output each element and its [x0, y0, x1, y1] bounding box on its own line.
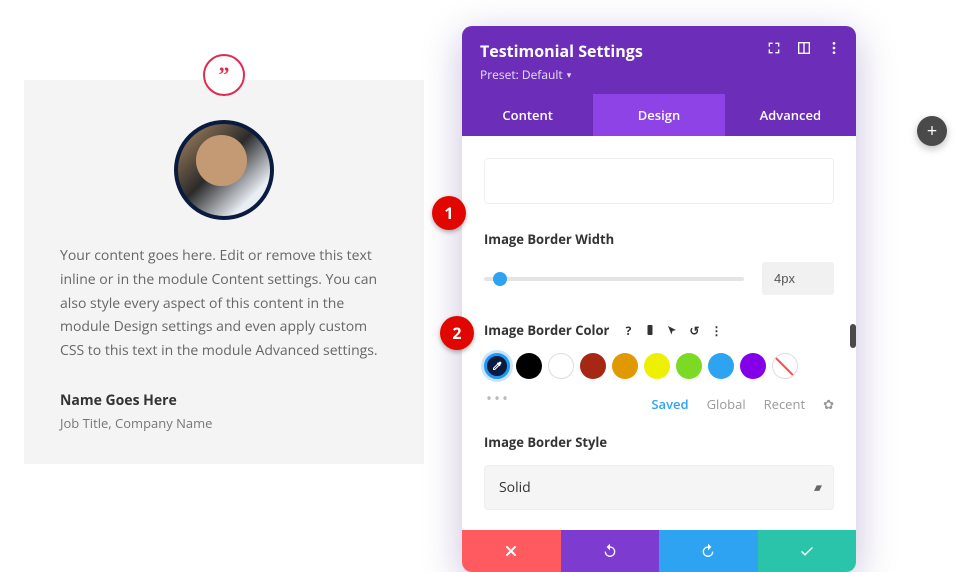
- swatch-white[interactable]: [548, 353, 574, 379]
- panel-footer: [462, 530, 856, 572]
- more-icon[interactable]: [826, 40, 842, 56]
- undo-button[interactable]: [561, 530, 660, 572]
- panel-body: Image Border Width Image Border Color ? …: [462, 136, 856, 530]
- author-meta: Job Title, Company Name: [60, 414, 388, 432]
- tab-advanced[interactable]: Advanced: [725, 94, 856, 136]
- swatch-eyedropper[interactable]: [484, 353, 510, 379]
- layout-icon[interactable]: [796, 40, 812, 56]
- scrollbar[interactable]: [850, 324, 856, 348]
- testimonial-content[interactable]: Your content goes here. Edit or remove t…: [60, 244, 388, 363]
- tab-content[interactable]: Content: [462, 94, 593, 136]
- swatch-orange[interactable]: [612, 353, 638, 379]
- testimonial-card[interactable]: Your content goes here. Edit or remove t…: [24, 80, 424, 464]
- expand-icon[interactable]: [766, 40, 782, 56]
- border-color-label-text: Image Border Color: [484, 321, 609, 339]
- responsive-icon[interactable]: [643, 323, 657, 337]
- reset-icon[interactable]: ↺: [687, 323, 701, 337]
- annotation-1: 1: [432, 196, 466, 230]
- preset-dropdown[interactable]: Preset: Default: [480, 66, 571, 83]
- swatch-black[interactable]: [516, 353, 542, 379]
- redo-button[interactable]: [659, 530, 758, 572]
- annotation-2: 2: [440, 316, 474, 350]
- panel-header[interactable]: Testimonial Settings Preset: Default: [462, 26, 856, 94]
- border-width-input[interactable]: [762, 262, 834, 295]
- swatch-none[interactable]: [772, 353, 798, 379]
- color-swatches: [484, 353, 834, 379]
- tab-design[interactable]: Design: [593, 94, 724, 136]
- color-subtabs: Saved Global Recent ✿: [484, 395, 834, 413]
- swatch-blue[interactable]: [708, 353, 734, 379]
- gear-icon[interactable]: ✿: [823, 395, 834, 413]
- select-chevron-icon: ▴▾: [814, 480, 819, 495]
- settings-panel: Testimonial Settings Preset: Default Con…: [462, 26, 856, 572]
- swatch-purple[interactable]: [740, 353, 766, 379]
- preview-box: [484, 158, 834, 204]
- add-module-button[interactable]: +: [917, 116, 947, 146]
- hover-icon[interactable]: [665, 323, 679, 337]
- subtab-global[interactable]: Global: [707, 395, 746, 413]
- quote-icon: ”: [203, 54, 245, 96]
- subtab-saved[interactable]: Saved: [651, 395, 688, 413]
- swatch-yellow[interactable]: [644, 353, 670, 379]
- panel-tabs: Content Design Advanced: [462, 94, 856, 136]
- subtab-recent[interactable]: Recent: [764, 395, 805, 413]
- border-width-slider[interactable]: [484, 277, 744, 281]
- border-width-label: Image Border Width: [484, 230, 834, 248]
- border-style-value: Solid: [499, 478, 531, 497]
- testimonial-module: ” Your content goes here. Edit or remove…: [24, 80, 424, 464]
- swatch-dark-red[interactable]: [580, 353, 606, 379]
- border-style-select[interactable]: Solid ▴▾: [484, 465, 834, 510]
- help-icon[interactable]: ?: [621, 323, 635, 337]
- swatch-green[interactable]: [676, 353, 702, 379]
- save-button[interactable]: [758, 530, 857, 572]
- author-name: Name Goes Here: [60, 391, 388, 410]
- options-icon[interactable]: ⋮: [709, 323, 723, 337]
- cancel-button[interactable]: [462, 530, 561, 572]
- border-style-label: Image Border Style: [484, 433, 834, 451]
- author-avatar: [174, 120, 274, 220]
- border-color-label: Image Border Color ? ↺ ⋮: [484, 321, 834, 339]
- slider-thumb[interactable]: [493, 272, 507, 286]
